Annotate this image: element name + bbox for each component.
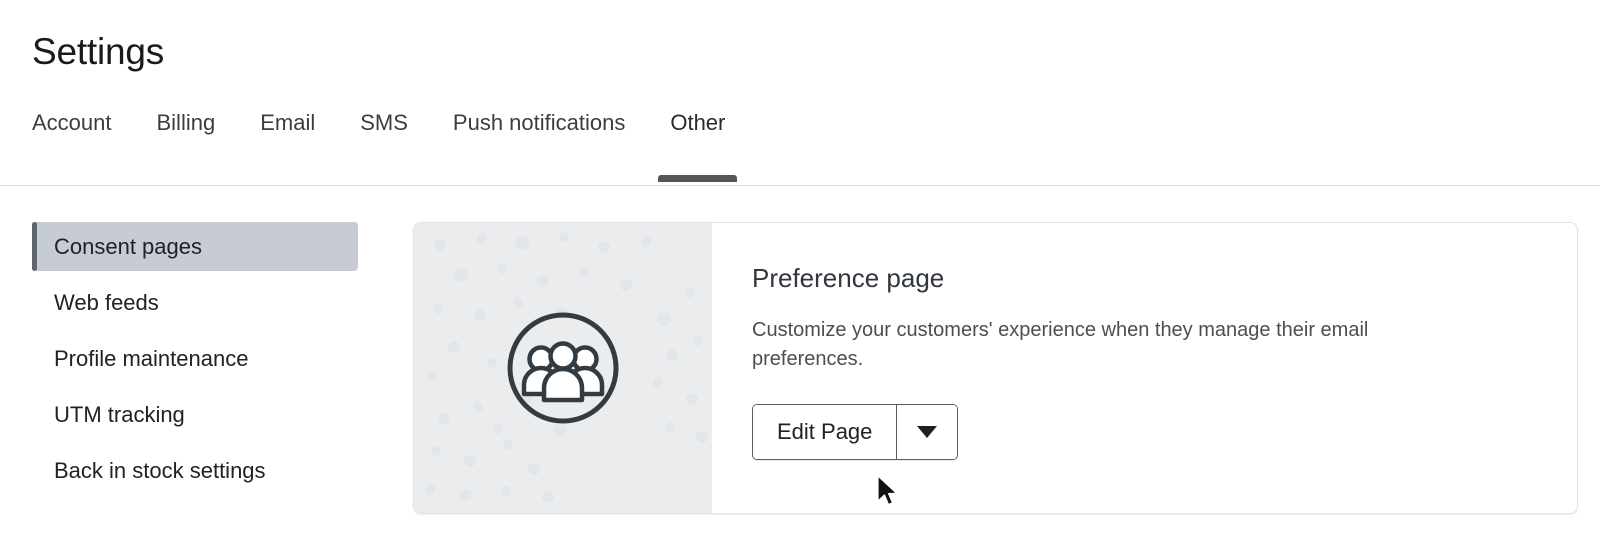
- tab-billing[interactable]: Billing: [157, 112, 216, 182]
- settings-page: Settings Account Billing Email SMS Push …: [0, 0, 1600, 534]
- settings-sidebar: Consent pages Web feeds Profile maintena…: [32, 222, 358, 502]
- card-description: Customize your customers' experience whe…: [752, 319, 1369, 371]
- sidebar-item-label: Web feeds: [54, 289, 159, 315]
- edit-page-dropdown-button[interactable]: [897, 405, 958, 460]
- tab-email[interactable]: Email: [260, 112, 315, 182]
- card-thumbnail: [414, 223, 712, 513]
- settings-body: Consent pages Web feeds Profile maintena…: [0, 186, 1600, 534]
- tab-sms[interactable]: SMS: [360, 112, 408, 182]
- page-title: Settings: [32, 31, 165, 72]
- sidebar-item-profile-maintenance[interactable]: Profile maintenance: [32, 334, 358, 383]
- card-body: Preference page Customize your customers…: [712, 223, 1577, 513]
- group-people-icon: [505, 310, 621, 426]
- sidebar-item-consent-pages[interactable]: Consent pages: [32, 222, 358, 271]
- sidebar-item-label: Profile maintenance: [54, 345, 249, 371]
- edit-page-split-button: Edit Page: [752, 404, 959, 461]
- tab-account[interactable]: Account: [32, 112, 112, 182]
- tab-push-notifications[interactable]: Push notifications: [453, 112, 625, 182]
- sidebar-item-utm-tracking[interactable]: UTM tracking: [32, 390, 358, 439]
- chevron-down-icon: [917, 426, 938, 439]
- preference-page-card: Preference page Customize your customers…: [413, 222, 1578, 514]
- sidebar-item-web-feeds[interactable]: Web feeds: [32, 278, 358, 327]
- sidebar-item-label: UTM tracking: [54, 401, 185, 427]
- sidebar-item-back-in-stock-settings[interactable]: Back in stock settings: [32, 446, 358, 495]
- settings-tabbar: Account Billing Email SMS Push notificat…: [0, 112, 1600, 186]
- tab-other[interactable]: Other: [658, 112, 738, 182]
- sidebar-item-label: Back in stock settings: [54, 457, 266, 483]
- edit-page-button[interactable]: Edit Page: [753, 405, 897, 460]
- sidebar-item-label: Consent pages: [54, 233, 202, 259]
- card-title: Preference page: [752, 263, 945, 293]
